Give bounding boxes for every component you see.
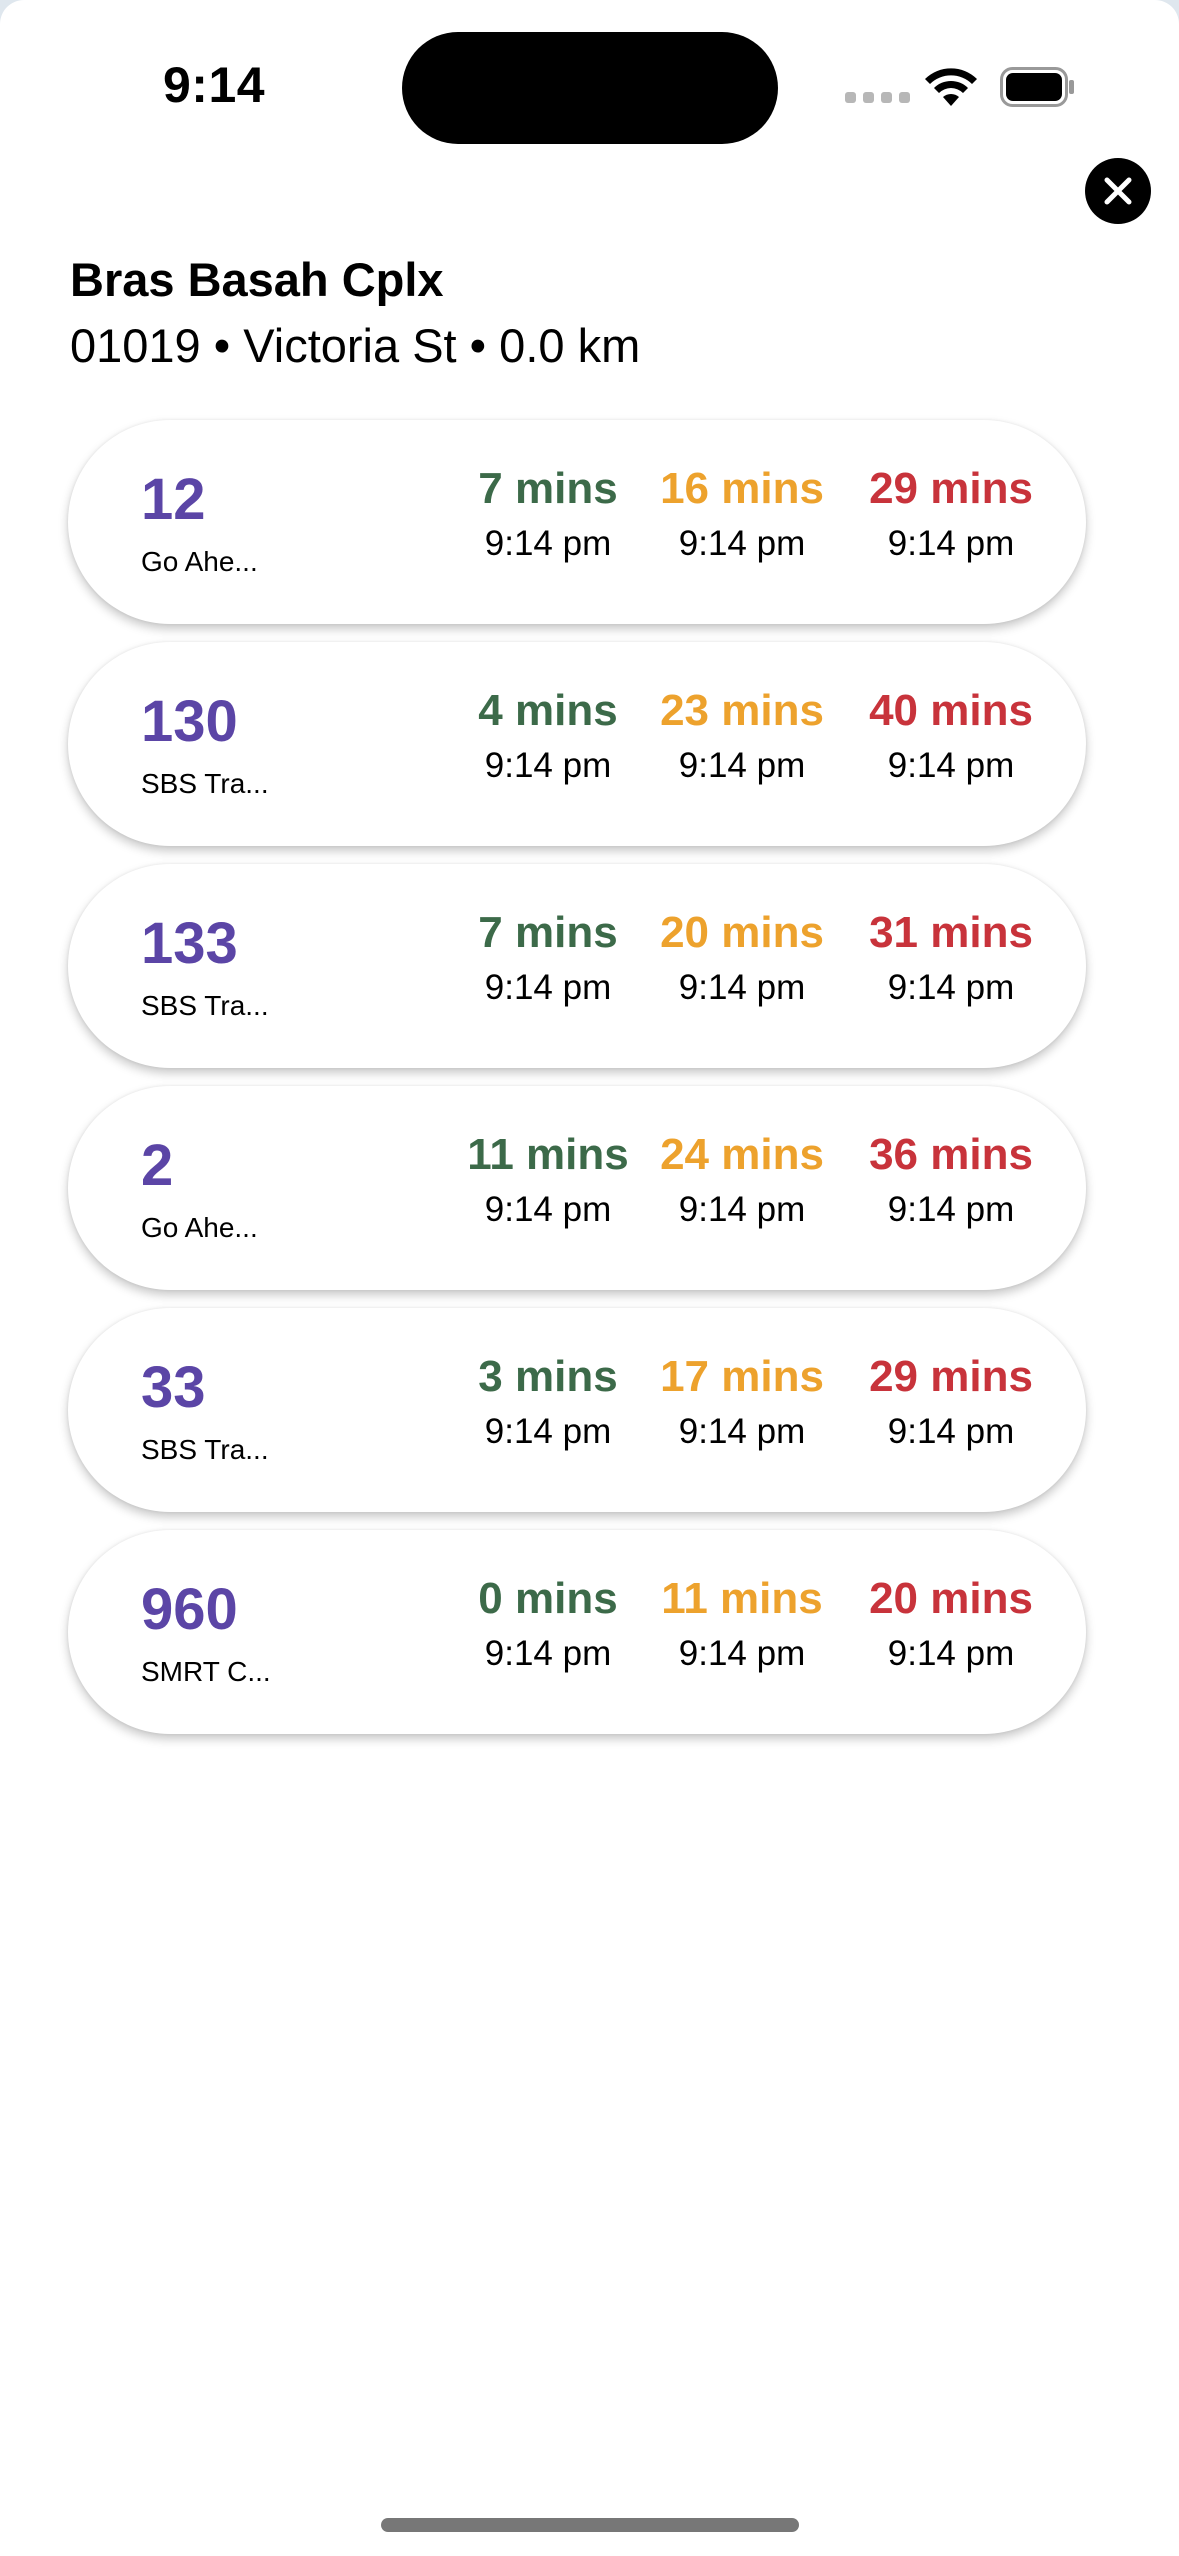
arrival-mins: 16 mins <box>660 464 824 513</box>
arrival-time: 9:14 pm <box>678 1190 806 1229</box>
bus-stop-sheet: 9:14 Bras Basah Cplx 01019 • Victoria St… <box>0 0 1179 2556</box>
dynamic-island <box>402 32 778 144</box>
service-operator: SBS Tra... <box>141 768 269 799</box>
arrival-mins: 40 mins <box>869 686 1033 735</box>
arrival-mins: 7 mins <box>478 464 618 513</box>
arrival-mins: 7 mins <box>478 908 618 957</box>
arrival-2: 20 mins 9:14 pm <box>647 908 837 1008</box>
arrival-time: 9:14 pm <box>484 524 612 563</box>
arrival-2: 17 mins 9:14 pm <box>647 1352 837 1452</box>
arrival-1: 7 mins 9:14 pm <box>453 464 643 564</box>
service-number: 33 <box>141 1355 206 1420</box>
arrival-3: 20 mins 9:14 pm <box>856 1574 1046 1674</box>
arrival-time: 9:14 pm <box>887 746 1015 785</box>
service-operator: Go Ahe... <box>141 1212 258 1243</box>
service-operator: SBS Tra... <box>141 1434 269 1465</box>
arrival-time: 9:14 pm <box>678 1634 806 1673</box>
arrival-2: 16 mins 9:14 pm <box>647 464 837 564</box>
arrival-time: 9:14 pm <box>887 1634 1015 1673</box>
service-operator: SBS Tra... <box>141 990 269 1021</box>
arrival-mins: 24 mins <box>660 1130 824 1179</box>
service-card[interactable]: 2 Go Ahe... 11 mins 9:14 pm 24 mins 9:14 p… <box>68 1086 1086 1290</box>
service-card[interactable]: 33 SBS Tra... 3 mins 9:14 pm 17 mins 9:14 … <box>68 1308 1086 1512</box>
arrival-mins: 29 mins <box>869 1352 1033 1401</box>
arrival-mins: 20 mins <box>660 908 824 957</box>
arrival-mins: 4 mins <box>478 686 618 735</box>
arrival-3: 29 mins 9:14 pm <box>856 1352 1046 1452</box>
arrival-mins: 0 mins <box>478 1574 618 1623</box>
arrival-time: 9:14 pm <box>484 746 612 785</box>
arrival-time: 9:14 pm <box>887 968 1015 1007</box>
arrival-mins: 23 mins <box>660 686 824 735</box>
arrival-1: 11 mins 9:14 pm <box>453 1130 643 1230</box>
arrival-time: 9:14 pm <box>678 968 806 1007</box>
cellular-signal-icon <box>845 92 910 103</box>
arrival-3: 31 mins 9:14 pm <box>856 908 1046 1008</box>
arrival-mins: 11 mins <box>467 1130 629 1179</box>
arrival-time: 9:14 pm <box>678 524 806 563</box>
service-card[interactable]: 960 SMRT C... 0 mins 9:14 pm 11 mins 9:14 … <box>68 1530 1086 1734</box>
close-button[interactable] <box>1085 158 1151 224</box>
arrival-time: 9:14 pm <box>678 746 806 785</box>
home-indicator[interactable] <box>381 2518 799 2532</box>
wifi-icon <box>925 68 977 106</box>
service-card[interactable]: 130 SBS Tra... 4 mins 9:14 pm 23 mins 9:14… <box>68 642 1086 846</box>
service-number: 960 <box>141 1577 238 1642</box>
arrival-1: 3 mins 9:14 pm <box>453 1352 643 1452</box>
arrival-time: 9:14 pm <box>484 1634 612 1673</box>
arrival-mins: 3 mins <box>478 1352 618 1401</box>
arrival-1: 7 mins 9:14 pm <box>453 908 643 1008</box>
service-number: 133 <box>141 911 238 976</box>
service-number: 2 <box>141 1133 174 1198</box>
arrival-3: 40 mins 9:14 pm <box>856 686 1046 786</box>
arrival-mins: 36 mins <box>869 1130 1033 1179</box>
arrival-time: 9:14 pm <box>484 1412 612 1451</box>
service-card[interactable]: 133 SBS Tra... 7 mins 9:14 pm 20 mins 9:14… <box>68 864 1086 1068</box>
arrival-time: 9:14 pm <box>887 1190 1015 1229</box>
service-number: 12 <box>141 467 206 532</box>
arrival-3: 36 mins 9:14 pm <box>856 1130 1046 1230</box>
arrival-time: 9:14 pm <box>887 1412 1015 1451</box>
arrival-3: 29 mins 9:14 pm <box>856 464 1046 564</box>
arrival-mins: 11 mins <box>661 1574 823 1623</box>
arrival-mins: 29 mins <box>869 464 1033 513</box>
arrival-time: 9:14 pm <box>887 524 1015 563</box>
arrival-2: 24 mins 9:14 pm <box>647 1130 837 1230</box>
service-operator: Go Ahe... <box>141 546 258 577</box>
stop-name: Bras Basah Cplx <box>70 253 444 306</box>
arrival-time: 9:14 pm <box>484 1190 612 1229</box>
service-card[interactable]: 12 Go Ahe... 7 mins 9:14 pm 16 mins 9:14 p… <box>68 420 1086 624</box>
service-operator: SMRT C... <box>141 1656 271 1687</box>
arrival-1: 4 mins 9:14 pm <box>453 686 643 786</box>
stop-meta: 01019 • Victoria St • 0.0 km <box>70 319 641 372</box>
arrival-time: 9:14 pm <box>484 968 612 1007</box>
close-icon <box>1104 177 1132 205</box>
arrival-2: 23 mins 9:14 pm <box>647 686 837 786</box>
battery-icon <box>1000 67 1074 107</box>
arrival-1: 0 mins 9:14 pm <box>453 1574 643 1674</box>
service-number: 130 <box>141 689 238 754</box>
arrival-mins: 31 mins <box>869 908 1033 957</box>
service-list: 12 Go Ahe... 7 mins 9:14 pm 16 mins 9:14 p… <box>68 420 1086 1752</box>
status-time: 9:14 <box>163 57 266 113</box>
arrival-time: 9:14 pm <box>678 1412 806 1451</box>
arrival-mins: 17 mins <box>660 1352 824 1401</box>
arrival-2: 11 mins 9:14 pm <box>647 1574 837 1674</box>
arrival-mins: 20 mins <box>869 1574 1033 1623</box>
